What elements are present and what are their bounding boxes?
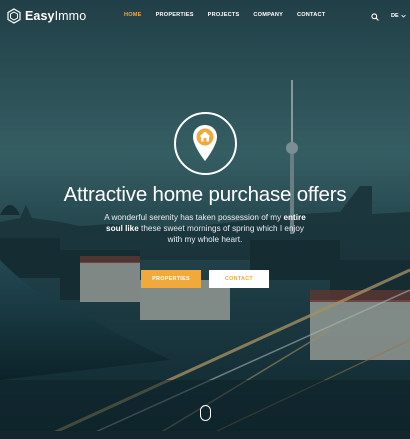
home-location-pin-icon <box>193 125 217 161</box>
main-menu: HOME PROPERTIES PROJECTS COMPANY CONTACT <box>124 12 339 18</box>
brand-name: EasyImmo <box>25 9 87 23</box>
hero-subtitle: A wonderful serenity has taken possessio… <box>104 213 306 245</box>
hero-section: EasyImmo HOME PROPERTIES PROJECTS COMPAN… <box>0 0 410 439</box>
section-divider <box>0 431 410 439</box>
hero-title: Attractive home purchase offers <box>63 183 347 206</box>
nav-item-contact[interactable]: CONTACT <box>297 12 325 18</box>
contact-button[interactable]: CONTACT <box>209 270 269 288</box>
nav-item-properties[interactable]: PROPERTIES <box>156 12 194 18</box>
brand-logo[interactable]: EasyImmo <box>7 8 86 24</box>
search-icon[interactable] <box>371 13 379 21</box>
mouse-scroll-icon[interactable] <box>200 405 211 421</box>
nav-item-home[interactable]: HOME <box>124 12 142 18</box>
language-selector[interactable]: DE <box>391 13 406 19</box>
nav-item-projects[interactable]: PROJECTS <box>208 12 240 18</box>
nav-item-company[interactable]: COMPANY <box>253 12 283 18</box>
chevron-down-icon <box>400 14 406 18</box>
language-label: DE <box>391 13 399 19</box>
top-navbar: EasyImmo HOME PROPERTIES PROJECTS COMPAN… <box>0 0 410 34</box>
properties-button[interactable]: PROPERTIES <box>141 270 201 288</box>
cube-logo-icon <box>7 8 21 24</box>
